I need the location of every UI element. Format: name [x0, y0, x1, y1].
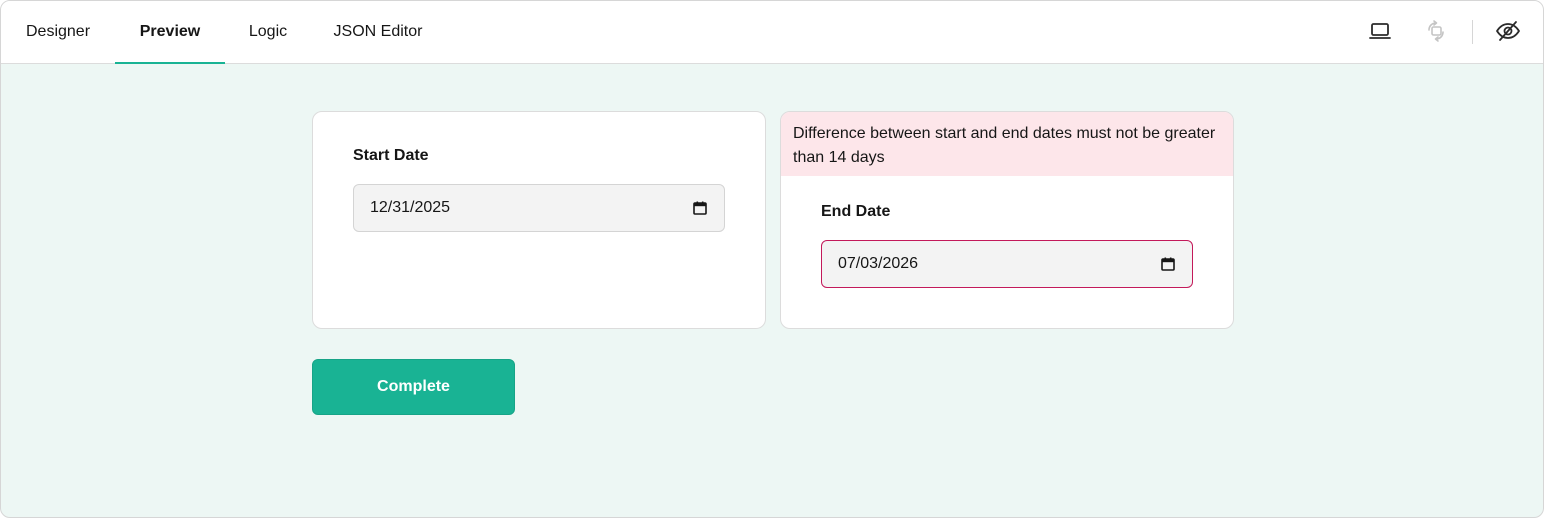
end-date-question: Difference between start and end dates m… — [780, 111, 1234, 329]
survey-creator-window: Designer Preview Logic JSON Editor Start… — [0, 0, 1544, 518]
date-value: 12/31/2025 — [370, 199, 451, 216]
tab-designer[interactable]: Designer — [1, 1, 115, 63]
tab-json-editor[interactable]: JSON Editor — [311, 1, 445, 63]
rotate-orientation-icon[interactable] — [1423, 18, 1449, 44]
device-laptop-icon[interactable] — [1367, 18, 1393, 44]
toolbar-separator — [1472, 20, 1473, 44]
complete-button[interactable]: Complete — [312, 359, 515, 415]
top-toolbar: Designer Preview Logic JSON Editor — [1, 1, 1543, 64]
start-date-input[interactable]: 12/31/2025 — [353, 184, 725, 232]
question-title: End Date — [821, 203, 891, 220]
date-value: 07/03/2026 — [838, 255, 919, 272]
end-date-input[interactable]: 07/03/2026 — [821, 240, 1193, 288]
question-title: Start Date — [353, 147, 429, 164]
tab-logic[interactable]: Logic — [225, 1, 311, 63]
tab-preview[interactable]: Preview — [115, 1, 225, 64]
validation-error-message: Difference between start and end dates m… — [781, 112, 1233, 176]
calendar-icon[interactable] — [1160, 256, 1176, 272]
show-invisible-elements-icon[interactable] — [1495, 18, 1521, 44]
start-date-question: Start Date 12/31/2025 — [312, 111, 766, 329]
calendar-icon[interactable] — [692, 200, 708, 216]
